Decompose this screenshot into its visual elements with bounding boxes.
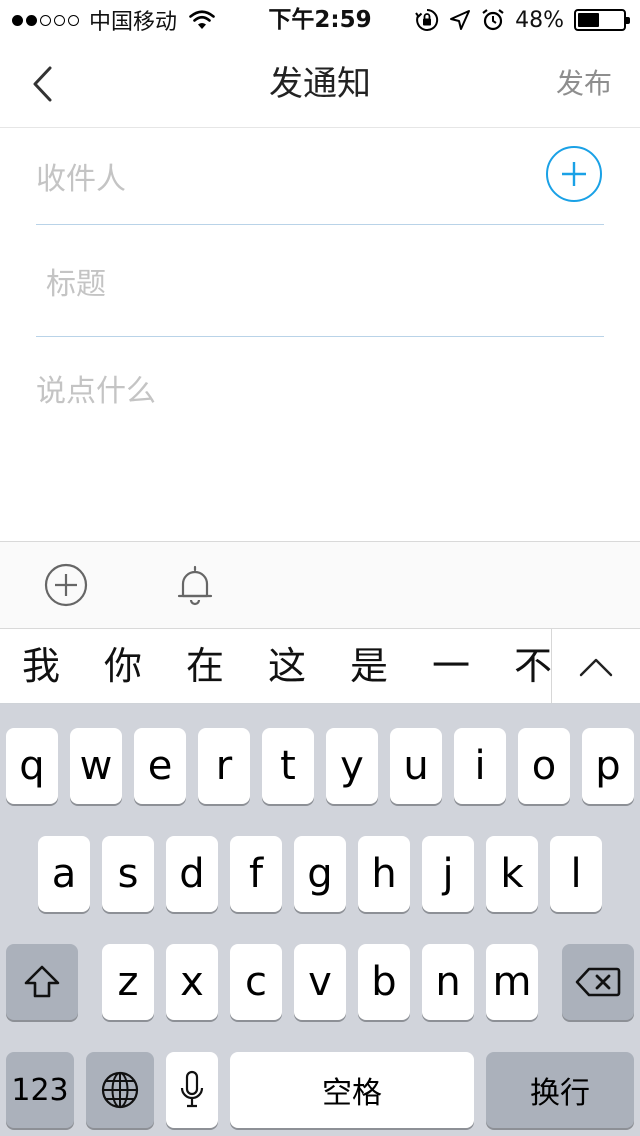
circle-plus-icon <box>44 563 88 607</box>
key-v[interactable]: v <box>294 944 346 1020</box>
numbers-key[interactable]: 123 <box>6 1052 74 1128</box>
return-key[interactable]: 换行 <box>486 1052 634 1128</box>
alarm-icon <box>482 9 504 31</box>
key-h[interactable]: h <box>358 836 410 912</box>
title-row: 标题 <box>36 225 604 337</box>
key-w[interactable]: w <box>70 728 122 804</box>
plus-icon <box>562 162 586 186</box>
key-d[interactable]: d <box>166 836 218 912</box>
key-z[interactable]: z <box>102 944 154 1020</box>
key-u[interactable]: u <box>390 728 442 804</box>
recipient-row: 收件人 <box>36 128 604 225</box>
microphone-icon <box>180 1070 204 1108</box>
candidate-item[interactable]: 在 <box>186 629 224 703</box>
candidate-item[interactable]: 我 <box>22 629 60 703</box>
title-input[interactable]: 标题 <box>46 259 106 303</box>
key-c[interactable]: c <box>230 944 282 1020</box>
candidate-item[interactable]: 一 <box>432 629 470 703</box>
compose-toolbar <box>0 541 640 629</box>
status-right: 48% <box>415 6 630 34</box>
candidate-list: 我你在这是一不 <box>0 629 552 703</box>
orientation-lock-icon <box>415 8 439 31</box>
key-y[interactable]: y <box>326 728 378 804</box>
globe-key[interactable] <box>86 1052 154 1128</box>
attach-button[interactable] <box>43 562 89 608</box>
chevron-up-icon <box>579 658 613 676</box>
key-b[interactable]: b <box>358 944 410 1020</box>
status-bar: 中国移动 下午2:59 48% <box>0 0 640 40</box>
key-p[interactable]: p <box>582 728 634 804</box>
nav-bar: 发通知 发布 <box>0 40 640 128</box>
key-o[interactable]: o <box>518 728 570 804</box>
recipient-input[interactable]: 收件人 <box>36 154 126 198</box>
candidate-item[interactable]: 你 <box>104 629 142 703</box>
key-g[interactable]: g <box>294 836 346 912</box>
key-a[interactable]: a <box>38 836 90 912</box>
key-e[interactable]: e <box>134 728 186 804</box>
key-q[interactable]: q <box>6 728 58 804</box>
add-recipient-button[interactable] <box>546 146 602 202</box>
notify-button[interactable] <box>172 562 218 608</box>
key-x[interactable]: x <box>166 944 218 1020</box>
key-s[interactable]: s <box>102 836 154 912</box>
dictation-key[interactable] <box>166 1052 218 1128</box>
space-key[interactable]: 空格 <box>230 1052 474 1128</box>
key-l[interactable]: l <box>550 836 602 912</box>
candidate-item[interactable]: 是 <box>350 629 388 703</box>
backspace-icon <box>575 967 621 997</box>
key-i[interactable]: i <box>454 728 506 804</box>
globe-icon <box>101 1071 139 1109</box>
key-f[interactable]: f <box>230 836 282 912</box>
key-r[interactable]: r <box>198 728 250 804</box>
ime-candidate-bar: 我你在这是一不 <box>0 629 640 704</box>
body-textarea[interactable]: 说点什么 <box>36 366 156 410</box>
battery-percent: 48% <box>515 7 564 33</box>
expand-candidates-button[interactable] <box>551 629 640 703</box>
battery-level <box>578 13 600 27</box>
publish-button[interactable]: 发布 <box>556 40 612 128</box>
shift-key[interactable] <box>6 944 78 1020</box>
location-arrow-icon <box>450 10 471 30</box>
delete-key[interactable] <box>562 944 634 1020</box>
battery-icon <box>574 9 630 31</box>
key-t[interactable]: t <box>262 728 314 804</box>
bell-icon <box>177 565 213 606</box>
keyboard: 123 空格 换行 qwertyuiop asdfghjkl zxcvbnm <box>0 704 640 1136</box>
page-title: 发通知 <box>269 64 371 104</box>
key-m[interactable]: m <box>486 944 538 1020</box>
shift-icon <box>24 965 60 998</box>
key-n[interactable]: n <box>422 944 474 1020</box>
key-k[interactable]: k <box>486 836 538 912</box>
key-j[interactable]: j <box>422 836 474 912</box>
candidate-item[interactable]: 这 <box>268 629 306 703</box>
candidate-item[interactable]: 不 <box>514 629 552 703</box>
